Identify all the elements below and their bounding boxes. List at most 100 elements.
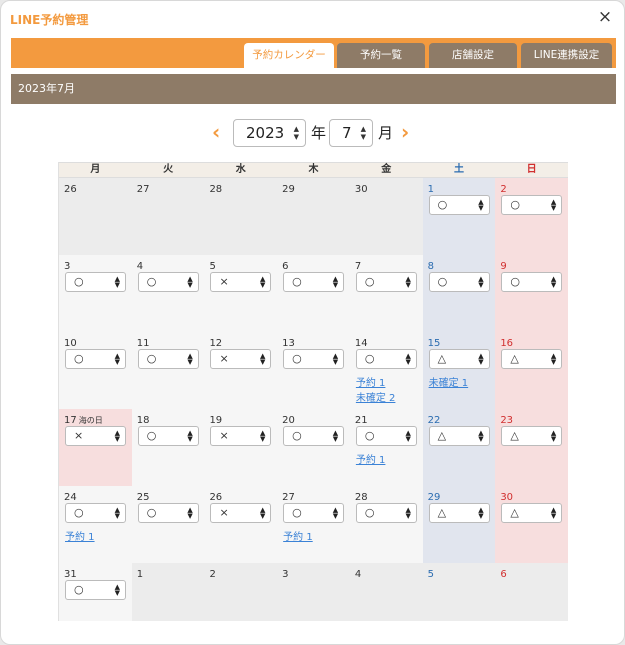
day-number: 28 — [355, 492, 368, 503]
day-number: 1 — [428, 184, 434, 195]
availability-select[interactable]: △ ▲ ▼ — [501, 503, 563, 523]
availability-select[interactable]: ○ ▲ ▼ — [355, 349, 417, 369]
availability-select[interactable]: △ ▲ ▼ — [501, 349, 563, 369]
availability-value: ○ — [364, 429, 375, 442]
select-caret-icon: ▲ ▼ — [187, 275, 193, 289]
availability-value: △ — [510, 506, 519, 519]
year-select[interactable]: 2023 ▲ ▼ — [233, 119, 306, 147]
availability-select[interactable]: ○ ▲ ▼ — [501, 195, 563, 215]
calendar-day-cell: 26 — [59, 178, 132, 255]
availability-select[interactable]: △ ▲ ▼ — [428, 426, 490, 446]
day-number-text: 3 — [282, 569, 289, 580]
calendar-day-cell: 30 △ ▲ ▼ — [495, 486, 569, 563]
select-caret-icon: ▲ ▼ — [405, 429, 411, 443]
availability-value: ○ — [292, 506, 302, 519]
availability-select[interactable]: ○ ▲ ▼ — [355, 426, 417, 446]
select-caret-icon: ▲ ▼ — [260, 429, 266, 443]
calendar-day-cell: 5 — [422, 563, 496, 621]
day-number-text: 16 — [500, 338, 514, 349]
availability-select[interactable]: ○ ▲ ▼ — [283, 349, 345, 369]
calendar-day-cell: 20 ○ ▲ ▼ — [277, 409, 350, 486]
reservation-link[interactable]: 予約 1 — [356, 374, 386, 389]
day-number-text: 14 — [354, 338, 368, 349]
day-number-text: 29 — [427, 492, 441, 503]
day-number-text: 18 — [136, 415, 150, 426]
availability-value: ○ — [74, 275, 84, 288]
day-number: 28 — [209, 184, 222, 195]
prev-month-icon[interactable]: ‹ — [212, 120, 220, 144]
day-number: 4 — [355, 569, 361, 580]
calendar-day-cell: 4 ○ ▲ ▼ — [131, 255, 205, 332]
availability-select[interactable]: ○ ▲ ▼ — [137, 503, 199, 523]
day-number: 23 — [500, 415, 513, 426]
availability-select[interactable]: ○ ▲ ▼ — [137, 349, 199, 369]
availability-select[interactable]: △ ▲ ▼ — [428, 503, 490, 523]
tab-reservation-list[interactable]: 予約一覧 — [337, 43, 425, 68]
availability-select[interactable]: ○ ▲ ▼ — [283, 426, 345, 446]
availability-select[interactable]: ○ ▲ ▼ — [355, 503, 417, 523]
month-select[interactable]: 7 ▲ ▼ — [329, 119, 373, 147]
calendar-day-cell: 18 ○ ▲ ▼ — [131, 409, 205, 486]
select-caret-icon: ▲ ▼ — [405, 506, 411, 520]
day-number: 1 — [137, 569, 143, 580]
availability-select[interactable]: △ ▲ ▼ — [428, 349, 490, 369]
holiday-name: 海の日 — [78, 416, 103, 425]
availability-select[interactable]: × ▲ ▼ — [65, 426, 126, 446]
day-number: 5 — [209, 261, 215, 272]
tab-store-settings[interactable]: 店舗設定 — [429, 43, 517, 68]
reservation-link[interactable]: 予約 1 — [283, 528, 313, 543]
availability-select[interactable]: ○ ▲ ▼ — [501, 272, 563, 292]
day-number: 26 — [64, 184, 77, 195]
select-caret-icon: ▲ ▼ — [478, 198, 484, 212]
availability-select[interactable]: × ▲ ▼ — [210, 272, 272, 292]
reservation-link[interactable]: 予約 1 — [356, 451, 386, 466]
day-number-text: 3 — [64, 261, 71, 272]
availability-select[interactable]: ○ ▲ ▼ — [428, 195, 490, 215]
tab-line-settings[interactable]: LINE連携設定 — [521, 43, 612, 68]
day-number: 21 — [355, 415, 368, 426]
availability-select[interactable]: ○ ▲ ▼ — [428, 272, 490, 292]
calendar-day-cell: 1 — [131, 563, 205, 621]
select-caret-icon: ▲ ▼ — [478, 275, 484, 289]
calendar: 月火水木金土日 26 27 28 29 30 1 ○ ▲ ▼ 2 ○ ▲ ▼ 3 ○ ▲ ▼ 4 ○ ▲ ▼ 5 × ▲ ▼ 6 ○… — [58, 162, 569, 621]
reservation-link[interactable]: 未確定 2 — [356, 389, 396, 404]
calendar-day-cell: 15 △ ▲ ▼ 未確定 1 — [422, 332, 496, 409]
availability-select[interactable]: × ▲ ▼ — [210, 426, 272, 446]
day-number: 14 — [355, 338, 368, 349]
select-caret-icon: ▲ ▼ — [114, 275, 120, 289]
day-number: 24 — [64, 492, 77, 503]
availability-value: ○ — [364, 275, 375, 288]
availability-select[interactable]: ○ ▲ ▼ — [137, 426, 199, 446]
reservation-link[interactable]: 予約 1 — [65, 528, 95, 543]
day-number: 11 — [137, 338, 150, 349]
availability-select[interactable]: ○ ▲ ▼ — [65, 349, 126, 369]
availability-select[interactable]: ○ ▲ ▼ — [137, 272, 199, 292]
calendar-week: 3 ○ ▲ ▼ 4 ○ ▲ ▼ 5 × ▲ ▼ 6 ○ ▲ ▼ 7 ○ ▲ ▼ 8 ○ ▲ ▼ 9 ○ ▲ ▼ — [59, 255, 569, 332]
availability-select[interactable]: ○ ▲ ▼ — [65, 272, 126, 292]
next-month-icon[interactable]: › — [401, 120, 409, 144]
calendar-week: 31 ○ ▲ ▼ 1 2 3 4 5 6 — [59, 563, 569, 621]
calendar-day-cell: 28 — [204, 178, 278, 255]
day-number: 3 — [282, 569, 288, 580]
day-number-text: 27 — [282, 492, 295, 503]
calendar-day-cell: 29 △ ▲ ▼ — [422, 486, 496, 563]
availability-select[interactable]: × ▲ ▼ — [210, 349, 272, 369]
tab-bar: 予約カレンダー 予約一覧 店舗設定 LINE連携設定 — [11, 38, 616, 68]
availability-select[interactable]: ○ ▲ ▼ — [65, 580, 126, 600]
reservation-link[interactable]: 未確定 1 — [429, 374, 469, 389]
availability-select[interactable]: ○ ▲ ▼ — [355, 272, 417, 292]
calendar-week: 10 ○ ▲ ▼ 11 ○ ▲ ▼ 12 × ▲ ▼ 13 ○ ▲ ▼ 14 ○ ▲ ▼ 予約 1 未確定 2 15 △ ▲ ▼ 未… — [59, 332, 569, 409]
day-number-text: 11 — [136, 338, 150, 349]
tab-reservation-calendar[interactable]: 予約カレンダー — [244, 43, 334, 68]
availability-select[interactable]: ○ ▲ ▼ — [283, 272, 345, 292]
close-icon[interactable]: × — [596, 8, 614, 26]
availability-select[interactable]: × ▲ ▼ — [210, 503, 272, 523]
availability-select[interactable]: ○ ▲ ▼ — [283, 503, 345, 523]
availability-value: ○ — [146, 506, 157, 519]
day-number: 2 — [209, 569, 215, 580]
availability-select[interactable]: ○ ▲ ▼ — [65, 503, 126, 523]
availability-select[interactable]: △ ▲ ▼ — [501, 426, 563, 446]
select-caret-icon: ▲ ▼ — [405, 275, 411, 289]
month-navigation: ‹ 2023 ▲ ▼ 年 7 ▲ ▼ 月 › — [1, 119, 624, 147]
calendar-day-cell: 2 ○ ▲ ▼ — [495, 178, 569, 255]
